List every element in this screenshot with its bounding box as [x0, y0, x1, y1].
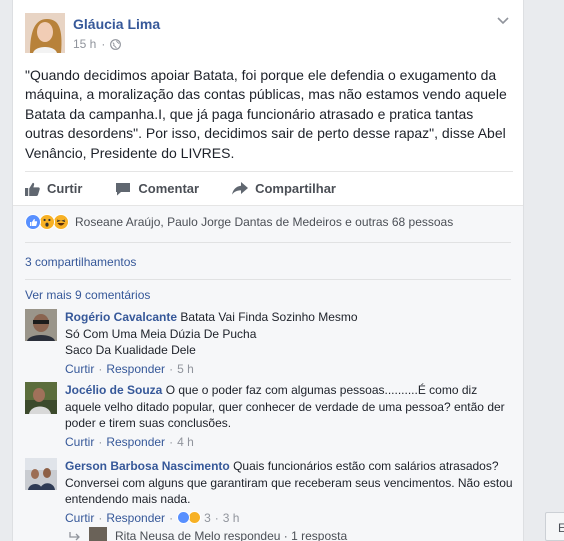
dot-separator: ·: [101, 37, 106, 51]
author-avatar[interactable]: [25, 13, 65, 53]
wow-reaction-icon: [39, 214, 55, 230]
commenter-avatar[interactable]: [25, 382, 57, 414]
haha-reaction-icon: [53, 214, 69, 230]
post-meta: 15 h ·: [73, 37, 122, 51]
comment-reactions[interactable]: 3: [177, 510, 211, 527]
like-reaction-icon: [177, 511, 191, 525]
chevron-down-icon[interactable]: [497, 16, 509, 26]
like-label: Curtir: [47, 181, 83, 196]
comment-label: Comentar: [138, 181, 200, 196]
divider: [25, 242, 511, 243]
replier-avatar[interactable]: [89, 527, 107, 541]
comment-text-line: Saco Da Kualidade Dele: [65, 343, 196, 357]
comment-like-link[interactable]: Curtir: [65, 361, 94, 378]
comment-text-line: Batata Vai Finda Sozinho Mesmo: [180, 310, 358, 324]
comment-time[interactable]: 3 h: [223, 510, 240, 527]
reply-arrow-icon: [69, 532, 80, 541]
reactions-text[interactable]: Roseane Araújo, Paulo Jorge Dantas de Me…: [75, 215, 453, 229]
comment-reply-link[interactable]: Responder: [106, 510, 165, 527]
shares-link[interactable]: 3 compartilhamentos: [25, 255, 136, 269]
globe-icon: [110, 38, 122, 50]
commenter-name[interactable]: Jocélio de Souza: [65, 383, 162, 397]
comment-button[interactable]: Comentar: [115, 181, 199, 196]
comment-footer: Curtir · Responder · 5 h: [65, 361, 194, 378]
reply-preview[interactable]: Rita Neusa de Melo respondeu · 1 respost…: [69, 527, 347, 541]
post-card: Gláucia Lima 15 h · "Quando decidimos ap…: [12, 0, 524, 541]
comment-reaction-count: 3: [204, 510, 211, 525]
thumbs-up-icon: [25, 182, 40, 196]
comment-icon: [116, 182, 131, 195]
comment-footer: Curtir · Responder · 3 · 3 h: [65, 510, 240, 527]
comment-like-link[interactable]: Curtir: [65, 510, 94, 527]
comment-reply-link[interactable]: Responder: [106, 361, 165, 378]
feedback-section: Roseane Araújo, Paulo Jorge Dantas de Me…: [13, 205, 523, 541]
view-more-comments-link[interactable]: Ver mais 9 comentários: [25, 288, 150, 302]
post-time[interactable]: 15 h: [73, 37, 96, 51]
comment-text-line: Só Com Uma Meia Dúzia De Pucha: [65, 326, 257, 341]
like-button[interactable]: Curtir: [25, 181, 82, 196]
commenter-avatar[interactable]: [25, 458, 57, 490]
side-button[interactable]: E: [545, 512, 564, 541]
share-label: Compartilhar: [255, 181, 336, 196]
share-button[interactable]: Compartilhar: [232, 181, 336, 196]
author-name[interactable]: Gláucia Lima: [73, 16, 160, 32]
reply-preview-text[interactable]: Rita Neusa de Melo respondeu · 1 respost…: [115, 529, 347, 541]
post-actions: Curtir Comentar Compartilhar: [25, 171, 513, 205]
reactions-row[interactable]: Roseane Araújo, Paulo Jorge Dantas de Me…: [25, 214, 453, 230]
comment-reply-link[interactable]: Responder: [106, 434, 165, 451]
like-reaction-icon: [25, 214, 41, 230]
comment-time[interactable]: 4 h: [177, 434, 194, 451]
commenter-avatar[interactable]: [25, 309, 57, 341]
post-header: Gláucia Lima 15 h ·: [13, 0, 523, 62]
commenter-name[interactable]: Gerson Barbosa Nascimento: [65, 459, 230, 473]
share-icon: [232, 182, 249, 195]
post-text: "Quando decidimos apoiar Batata, foi por…: [25, 67, 507, 161]
comment-time[interactable]: 5 h: [177, 361, 194, 378]
comment-like-link[interactable]: Curtir: [65, 434, 94, 451]
divider: [25, 279, 511, 280]
comment-footer: Curtir · Responder · 4 h: [65, 434, 194, 451]
haha-reaction-icon: [188, 511, 202, 525]
commenter-name[interactable]: Rogério Cavalcante: [65, 310, 177, 324]
